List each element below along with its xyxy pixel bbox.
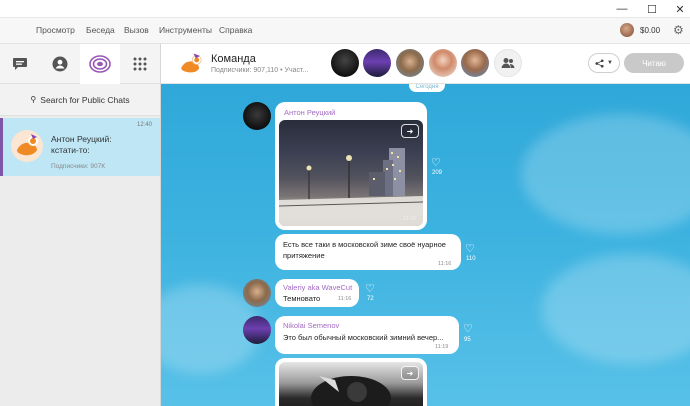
message-time: 11:16 <box>338 296 352 302</box>
tab-contacts[interactable] <box>40 44 80 84</box>
like-count: 95 <box>464 337 471 343</box>
chat-list-item[interactable]: 12:40 Антон Реуцкий: кстати-то: Подписчи… <box>0 118 160 176</box>
member-avatar[interactable] <box>429 49 457 77</box>
sender-avatar[interactable] <box>243 102 271 130</box>
search-icon: ⚲ <box>30 95 37 104</box>
tab-dialpad[interactable] <box>120 44 160 84</box>
like-heart-icon[interactable]: ♡ <box>465 242 475 255</box>
share-button[interactable]: ▼ <box>588 53 620 73</box>
member-avatar[interactable] <box>461 49 489 77</box>
dialpad-icon <box>133 57 147 71</box>
menu-tools[interactable]: Инструменты <box>159 25 212 35</box>
menu-conversation[interactable]: Беседа <box>86 25 115 35</box>
sidebar: ⚲ Search for Public Chats 12:40 Антон Ре… <box>0 44 161 406</box>
like-count: 110 <box>466 256 476 262</box>
member-avatar[interactable] <box>396 49 424 77</box>
chat-bubble-icon <box>13 58 27 70</box>
public-chats-icon <box>89 55 111 73</box>
chat-item-name: Антон Реуцкий: <box>51 134 112 144</box>
background-cloud <box>541 254 690 364</box>
forward-icon[interactable]: ➜ <box>401 124 419 138</box>
chat-title: Команда <box>211 53 256 65</box>
date-separator: Сегодня <box>409 84 445 92</box>
chevron-down-icon: ▼ <box>607 60 613 66</box>
message-sender: Антон Реуцкий <box>284 108 336 117</box>
message-sender: Nikolai Semenov <box>283 321 340 330</box>
message-text-line1: Есть все таки в московской зиме своё нуа… <box>283 240 446 249</box>
close-button[interactable]: ✕ <box>663 0 690 18</box>
public-chat-search[interactable]: ⚲ Search for Public Chats <box>0 84 160 116</box>
sidebar-tabs <box>0 44 160 84</box>
like-heart-icon[interactable]: ♡ <box>365 282 375 295</box>
menu-view[interactable]: Просмотр <box>36 25 75 35</box>
message-sender: Valeriy aka WaveCut <box>283 283 353 292</box>
chat-item-subscribers: Подписчики: 907К <box>51 163 105 170</box>
chat-header: Команда Подписчики: 907,110 • Участ... ▼… <box>161 44 690 84</box>
message-bubble[interactable]: Valeriy aka WaveCut Темновато 11:16 <box>275 279 359 307</box>
forward-icon[interactable]: ➜ <box>401 366 419 380</box>
team-avatar[interactable] <box>178 51 204 77</box>
account-balance[interactable]: $0.00 <box>620 23 660 37</box>
menu-bar: Просмотр Беседа Вызов Инструменты Справк… <box>0 18 690 44</box>
message-bubble[interactable]: Nikolai Semenov Это был обычный московск… <box>275 316 459 354</box>
sender-avatar[interactable] <box>243 279 271 307</box>
menu-call[interactable]: Вызов <box>124 25 149 35</box>
like-count: 209 <box>432 170 443 176</box>
background-cloud <box>521 114 690 234</box>
settings-gear-icon[interactable]: ⚙ <box>673 23 684 37</box>
message-bubble[interactable]: Есть все таки в московской зиме своё нуа… <box>275 234 461 270</box>
chat-area[interactable]: Сегодня Антон Реуцкий 11:10 ➜ ♡ 209 Есть… <box>161 84 690 406</box>
message-time: 11:16 <box>438 261 452 267</box>
menu-help[interactable]: Справка <box>219 25 252 35</box>
message-time: 11:10 <box>403 216 417 222</box>
balance-amount: $0.00 <box>640 25 661 35</box>
member-avatar[interactable] <box>331 49 359 77</box>
group-icon <box>501 58 515 68</box>
team-avatar <box>11 130 43 162</box>
message-text-line2: притяжение <box>283 251 325 260</box>
user-avatar <box>620 23 634 37</box>
message-text: Темновато <box>283 294 321 303</box>
member-avatar[interactable] <box>363 49 391 77</box>
message-time: 11:19 <box>435 344 449 350</box>
like-heart-icon[interactable]: ♡ <box>431 156 441 169</box>
share-icon <box>595 58 604 68</box>
like-count: 72 <box>367 296 374 302</box>
tab-public-chats[interactable] <box>80 44 120 84</box>
sender-avatar[interactable] <box>243 316 271 344</box>
chat-item-preview: кстати-то: <box>51 145 90 155</box>
contact-icon <box>52 56 68 72</box>
minimize-button[interactable]: — <box>605 0 639 18</box>
read-button[interactable]: Читаю <box>624 53 684 73</box>
members-button[interactable] <box>494 49 522 77</box>
message-bubble[interactable]: Антон Реуцкий 11:10 ➜ <box>275 102 427 230</box>
tab-chats[interactable] <box>0 44 40 84</box>
message-text: Это был обычный московский зимний вечер.… <box>283 333 444 342</box>
like-heart-icon[interactable]: ♡ <box>463 322 473 335</box>
chat-time: 12:40 <box>136 122 152 128</box>
chat-subtitle: Подписчики: 907,110 • Участ... <box>211 67 309 74</box>
message-bubble[interactable]: ➜ <box>275 358 427 406</box>
search-label: Search for Public Chats <box>40 94 130 105</box>
title-bar: — ☐ ✕ <box>0 0 690 18</box>
